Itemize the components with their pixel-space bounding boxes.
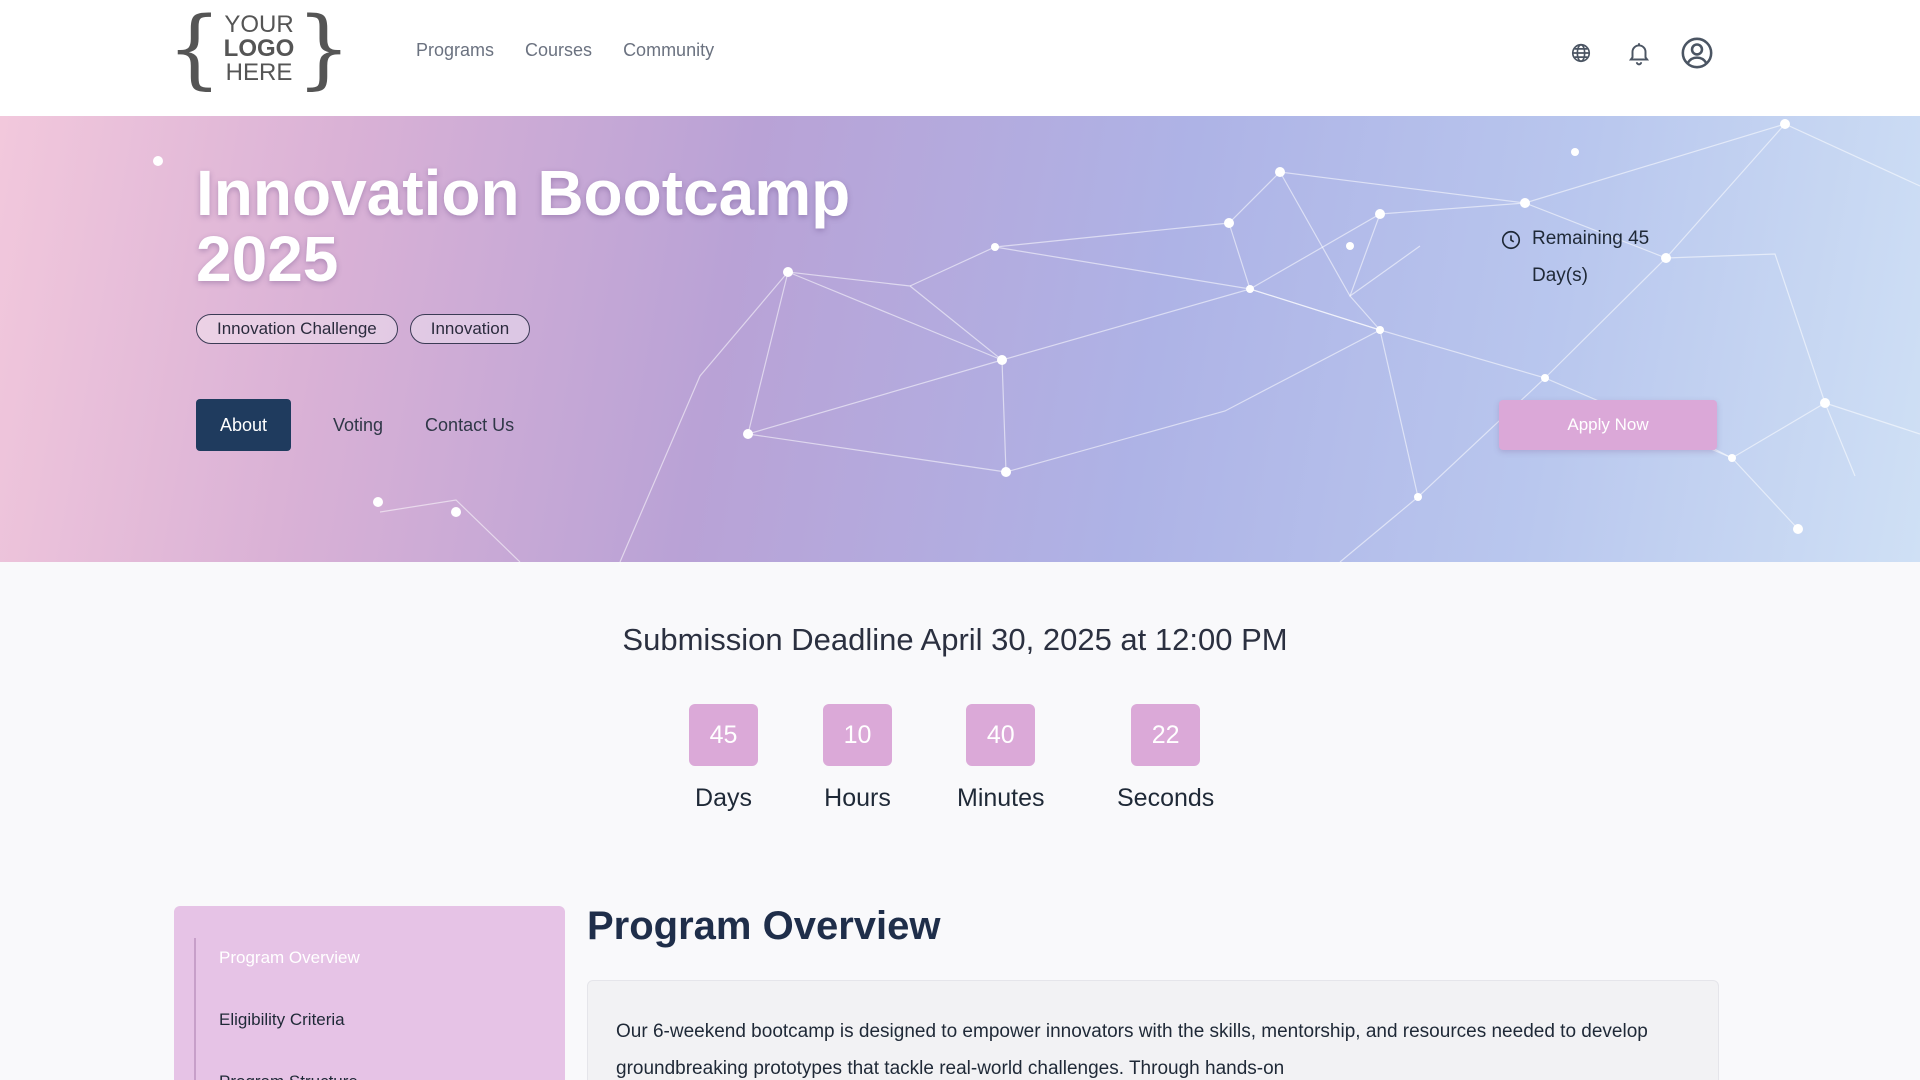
remaining-text: Remaining 45 Day(s) [1532, 228, 1650, 286]
globe-icon[interactable] [1564, 36, 1598, 70]
countdown-hours: 10 Hours [823, 704, 892, 813]
countdown-days-label: Days [695, 784, 752, 812]
tab-about[interactable]: About [196, 399, 291, 451]
countdown-minutes: 40 Minutes [957, 704, 1045, 813]
section-title: Program Overview [587, 904, 941, 948]
section-sidebar: Program Overview Eligibility Criteria Pr… [174, 906, 565, 1080]
countdown-seconds-value: 22 [1131, 704, 1201, 766]
countdown-minutes-label: Minutes [957, 784, 1045, 812]
tag-list: Innovation Challenge Innovation [196, 314, 531, 344]
countdown-hours-label: Hours [824, 784, 891, 812]
overview-card: Our 6-weekend bootcamp is designed to em… [587, 980, 1719, 1080]
clock-icon [1500, 229, 1522, 294]
user-icon[interactable] [1680, 36, 1714, 70]
program-tabs: About Voting Contact Us [196, 399, 535, 451]
countdown-hours-value: 10 [823, 704, 892, 766]
nav-courses[interactable]: Courses [525, 40, 592, 61]
countdown-minutes-value: 40 [966, 704, 1036, 766]
logo[interactable]: { YOUR LOGO HERE } [167, 6, 351, 92]
countdown-timer: 45 Days 10 Hours 40 Minutes 22 Seconds [0, 704, 1920, 824]
sidebar-item-program-structure[interactable]: Program Structure [219, 1072, 358, 1080]
nav-community[interactable]: Community [623, 40, 714, 61]
header-actions [1564, 36, 1714, 70]
top-header: { YOUR LOGO HERE } Programs Courses Comm… [0, 0, 1920, 116]
countdown-seconds-label: Seconds [1117, 784, 1215, 812]
sidebar-item-eligibility-criteria[interactable]: Eligibility Criteria [219, 1010, 345, 1030]
page-title: Innovation Bootcamp 2025 [196, 157, 851, 295]
tag-innovation[interactable]: Innovation [409, 314, 531, 344]
hero-banner: Innovation Bootcamp 2025 Innovation Chal… [0, 116, 1920, 562]
bell-icon[interactable] [1622, 36, 1656, 70]
main-nav: Programs Courses Community [416, 40, 714, 61]
tab-contact-us[interactable]: Contact Us [404, 399, 535, 451]
countdown-days: 45 Days [689, 704, 758, 813]
sidebar-rail [194, 938, 196, 1080]
submission-deadline: Submission Deadline April 30, 2025 at 12… [622, 622, 1288, 657]
nav-programs[interactable]: Programs [416, 40, 494, 61]
sidebar-item-program-overview[interactable]: Program Overview [219, 948, 360, 968]
tag-innovation-challenge[interactable]: Innovation Challenge [196, 314, 398, 344]
overview-text: Our 6-weekend bootcamp is designed to em… [616, 1021, 1648, 1079]
apply-now-button[interactable]: Apply Now [1499, 400, 1717, 450]
countdown-seconds: 22 Seconds [1117, 704, 1214, 813]
remaining-days: Remaining 45 Day(s) [1500, 220, 1672, 294]
tab-voting[interactable]: Voting [312, 399, 404, 451]
countdown-days-value: 45 [689, 704, 758, 766]
